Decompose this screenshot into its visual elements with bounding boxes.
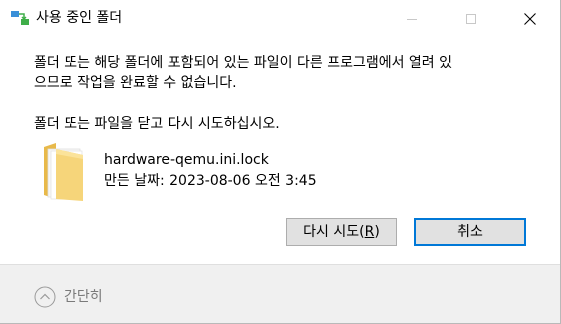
retry-button[interactable]: 다시 시도(R) xyxy=(286,218,397,246)
maximize-icon xyxy=(466,14,476,24)
file-in-use-dialog: 사용 중인 폴더 폴더 또는 해당 폴더에 포함되어 있는 파일이 다른 프로그… xyxy=(0,0,561,324)
message-line-1: 폴더 또는 해당 폴더에 포함되어 있는 파일이 다른 프로그램에서 열려 있 xyxy=(34,55,453,71)
instruction-text: 폴더 또는 파일을 닫고 다시 시도하십시오. xyxy=(34,116,280,132)
file-created-date: 만든 날짜: 2023-08-06 오전 3:45 xyxy=(104,173,317,189)
dialog-footer: 간단히 xyxy=(0,264,560,323)
minimize-button[interactable] xyxy=(389,0,435,38)
retry-label-prefix: 다시 시도( xyxy=(303,224,365,240)
fewer-details-label: 간단히 xyxy=(64,289,103,305)
retry-access-key: R xyxy=(364,224,375,240)
close-icon xyxy=(524,13,536,25)
message-line-2: 으므로 작업을 완료할 수 없습니다. xyxy=(34,75,237,91)
dialog-content: 폴더 또는 해당 폴더에 포함되어 있는 파일이 다른 프로그램에서 열려 있 … xyxy=(0,38,560,264)
title-bar: 사용 중인 폴더 xyxy=(0,0,560,38)
chevron-up-circle-icon xyxy=(34,286,56,308)
close-button[interactable] xyxy=(507,0,553,38)
cancel-button[interactable]: 취소 xyxy=(414,218,526,246)
window-title: 사용 중인 폴더 xyxy=(36,10,123,26)
retry-label-suffix: ) xyxy=(374,224,380,240)
folder-icon xyxy=(44,143,83,201)
folder-move-icon xyxy=(11,11,29,25)
minimize-icon xyxy=(407,19,417,20)
fewer-details-toggle[interactable]: 간단히 xyxy=(34,285,103,309)
maximize-button[interactable] xyxy=(448,0,494,38)
file-name: hardware-qemu.ini.lock xyxy=(104,152,269,168)
